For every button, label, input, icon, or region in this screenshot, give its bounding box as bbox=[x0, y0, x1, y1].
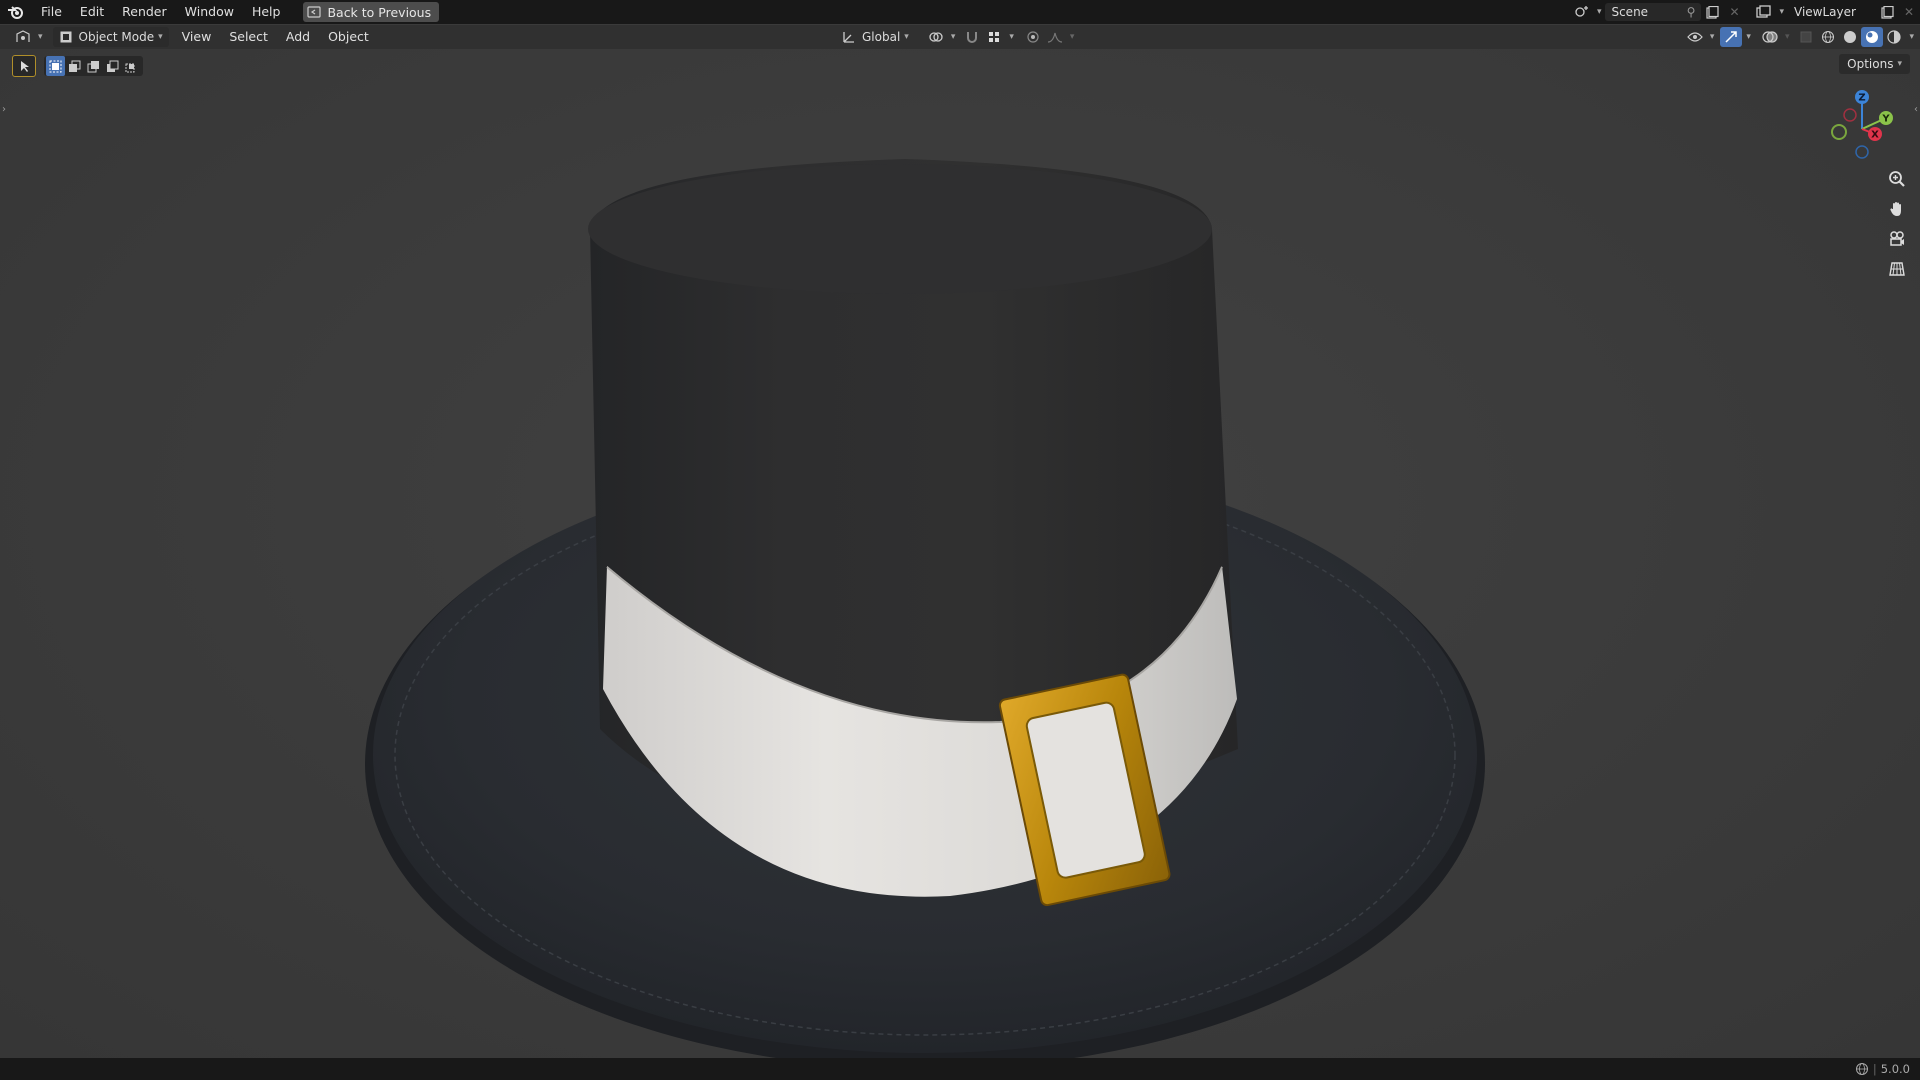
editor-type-icon[interactable] bbox=[12, 27, 34, 47]
delete-view-layer-icon[interactable]: ✕ bbox=[1898, 2, 1920, 22]
transform-tools: Global ▾ ▾ ▾ ▾ bbox=[836, 25, 1074, 49]
menu-view[interactable]: View bbox=[173, 25, 221, 49]
pivot-point-icon[interactable] bbox=[925, 27, 947, 47]
visibility-icon[interactable] bbox=[1684, 27, 1706, 47]
view-layer-field[interactable]: ViewLayer bbox=[1788, 3, 1876, 21]
menu-file[interactable]: File bbox=[32, 0, 71, 24]
rendered-shading-icon[interactable] bbox=[1883, 27, 1905, 47]
new-view-layer-icon[interactable] bbox=[1876, 2, 1898, 22]
3d-viewport[interactable]: › ‹ Options ▾ Z Y X bbox=[0, 49, 1920, 1058]
viewport-header: ▾ Object Mode ▾ View Select Add Object G… bbox=[0, 25, 1920, 49]
transform-orientation-dropdown[interactable]: Global ▾ bbox=[836, 27, 915, 47]
snap-grid-icon[interactable] bbox=[983, 27, 1005, 47]
delete-scene-icon[interactable]: ✕ bbox=[1723, 2, 1745, 22]
transform-orientation-label: Global bbox=[862, 30, 901, 44]
scene-field[interactable]: Scene ⚲ bbox=[1605, 3, 1702, 21]
object-mode-dropdown[interactable]: Object Mode ▾ bbox=[52, 27, 169, 47]
back-to-previous-button[interactable]: Back to Previous bbox=[303, 2, 440, 22]
xray-icon[interactable] bbox=[1795, 27, 1817, 47]
gizmo-toggle-icon[interactable] bbox=[1720, 27, 1743, 47]
pin-icon[interactable]: ⚲ bbox=[1687, 5, 1696, 19]
chevron-down-icon: ▾ bbox=[904, 32, 909, 42]
snap-icon[interactable] bbox=[961, 27, 983, 47]
chevron-down-icon: ▾ bbox=[950, 32, 956, 42]
scene-type-icon[interactable] bbox=[1571, 2, 1593, 22]
chevron-down-icon: ▾ bbox=[1709, 32, 1715, 42]
hat-crown-top bbox=[588, 164, 1212, 294]
blender-logo-icon[interactable] bbox=[0, 0, 32, 24]
viewport-display-tools: ▾ ▾ ▾ ▾ bbox=[1684, 25, 1920, 49]
back-icon bbox=[307, 6, 322, 18]
wireframe-shading-icon[interactable] bbox=[1817, 27, 1839, 47]
chevron-down-icon: ▾ bbox=[1009, 32, 1014, 42]
chevron-down-icon: ▾ bbox=[158, 32, 163, 42]
solid-shading-icon[interactable] bbox=[1839, 27, 1861, 47]
menu-help[interactable]: Help bbox=[243, 0, 290, 24]
menu-edit[interactable]: Edit bbox=[71, 0, 113, 24]
status-bar: | 5.0.0 bbox=[0, 1058, 1920, 1080]
view-layer-name: ViewLayer bbox=[1794, 5, 1856, 19]
back-to-previous-label: Back to Previous bbox=[327, 4, 432, 20]
top-bar: File Edit Render Window Help Back to Pre… bbox=[0, 0, 1920, 24]
chevron-down-icon: ▾ bbox=[38, 32, 43, 42]
menu-render[interactable]: Render bbox=[113, 0, 176, 24]
orientation-icon bbox=[843, 32, 854, 43]
chevron-down-icon: ▾ bbox=[1069, 32, 1075, 42]
menu-window[interactable]: Window bbox=[176, 0, 243, 24]
menu-select[interactable]: Select bbox=[220, 25, 277, 49]
object-mode-icon bbox=[60, 31, 72, 43]
view-layer-icon[interactable] bbox=[1753, 2, 1775, 22]
version-label: 5.0.0 bbox=[1880, 1062, 1910, 1076]
overlays-icon[interactable] bbox=[1759, 27, 1781, 47]
globe-icon bbox=[1855, 1063, 1868, 1075]
object-mode-label: Object Mode bbox=[78, 30, 155, 44]
menu-object[interactable]: Object bbox=[319, 25, 378, 49]
material-preview-icon[interactable] bbox=[1861, 27, 1884, 47]
chevron-down-icon: ▾ bbox=[1784, 32, 1790, 42]
new-scene-icon[interactable] bbox=[1701, 2, 1723, 22]
scene-name: Scene bbox=[1611, 5, 1649, 19]
version-info: | 5.0.0 bbox=[1855, 1058, 1910, 1080]
chevron-down-icon: ▾ bbox=[1909, 32, 1914, 42]
chevron-down-icon: ▾ bbox=[1746, 32, 1751, 42]
proportional-editing-icon[interactable] bbox=[1022, 27, 1044, 47]
menu-add[interactable]: Add bbox=[277, 25, 319, 49]
top-hat-model[interactable] bbox=[0, 49, 1920, 1058]
chevron-down-icon: ▾ bbox=[1779, 7, 1784, 17]
scene-controls: ▾ Scene ⚲ ✕ ▾ ViewLayer ✕ bbox=[1571, 0, 1920, 24]
chevron-down-icon: ▾ bbox=[1596, 7, 1602, 17]
falloff-icon[interactable] bbox=[1044, 27, 1066, 47]
